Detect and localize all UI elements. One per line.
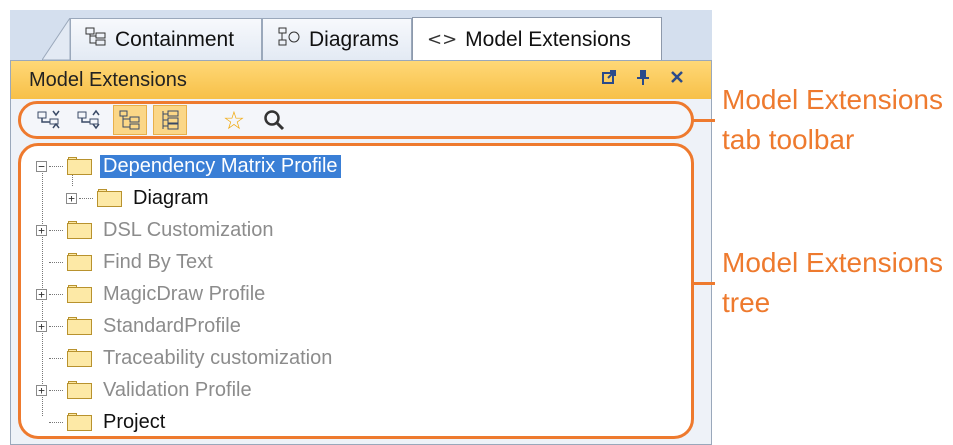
tree-connector: [79, 197, 93, 199]
tree-item-validation-profile[interactable]: + Validation Profile: [36, 375, 255, 405]
tab-strip: Containment Diagrams <> Model Extensions: [10, 10, 712, 61]
tree-item-label: MagicDraw Profile: [103, 282, 266, 305]
tree-item-standardprofile[interactable]: + StandardProfile: [36, 311, 244, 341]
tree-item-magicdraw-profile[interactable]: + MagicDraw Profile: [36, 279, 268, 309]
tree-connector: [49, 357, 63, 359]
callout-toolbar: Model Extensions tab toolbar: [722, 80, 943, 160]
tree-item-label: Traceability customization: [103, 346, 333, 369]
tree-item-label: StandardProfile: [103, 314, 241, 337]
folder-icon: [67, 349, 92, 367]
containment-icon: [85, 27, 107, 52]
expand-all-icon[interactable]: [33, 105, 67, 135]
tree-item-label: DSL Customization: [103, 218, 274, 241]
show-tree-icon[interactable]: [113, 105, 147, 135]
callout-text: Model Extensions: [722, 247, 944, 278]
tree-connector: [49, 293, 63, 295]
code-brackets-icon: <>: [427, 29, 458, 50]
panel-title: Model Extensions: [29, 68, 187, 91]
tab-edge-shape: [42, 18, 70, 60]
panel-header-icons: [601, 69, 685, 85]
expand-toggle-icon[interactable]: +: [36, 224, 47, 236]
folder-icon: [67, 157, 92, 175]
folder-icon: [67, 317, 92, 335]
tab-diagrams[interactable]: Diagrams: [262, 18, 412, 60]
expand-toggle-icon[interactable]: +: [66, 192, 77, 204]
tree-item-label: Find By Text: [103, 250, 213, 273]
tree-item-find-by-text[interactable]: Find By Text: [36, 247, 216, 277]
tree-connector: [49, 325, 63, 327]
model-extensions-panel: Model Extensions ☆ − Dependency Matrix P…: [10, 60, 712, 445]
pin-icon[interactable]: [635, 69, 651, 85]
model-extensions-toolbar: ☆: [18, 101, 694, 139]
tree-item-diagram[interactable]: + Diagram: [66, 183, 212, 213]
tree-item-traceability-customization[interactable]: Traceability customization: [36, 343, 335, 373]
tree-connector: [49, 421, 63, 423]
float-icon[interactable]: [601, 69, 617, 85]
tree-connector: [49, 165, 63, 167]
tree-item-project[interactable]: Project: [36, 407, 168, 436]
tree-connector: [49, 229, 63, 231]
tab-label: Diagrams: [309, 27, 399, 51]
folder-icon: [67, 413, 92, 431]
folder-icon: [67, 381, 92, 399]
tab-label: Model Extensions: [465, 27, 631, 51]
collapse-all-icon[interactable]: [73, 105, 107, 135]
callout-text: tree: [722, 287, 771, 318]
tree-connector: [49, 261, 63, 263]
tree-connector: [49, 389, 63, 391]
callout-text: tab toolbar: [722, 124, 855, 155]
tree-item-dependency-matrix-profile[interactable]: − Dependency Matrix Profile: [36, 151, 341, 181]
folder-icon: [67, 221, 92, 239]
tab-containment[interactable]: Containment: [70, 18, 262, 60]
diagrams-icon: [277, 27, 301, 52]
expand-toggle-icon[interactable]: +: [36, 320, 47, 332]
tree-item-label: Project: [103, 410, 166, 433]
model-extensions-tree: − Dependency Matrix Profile + Diagram + …: [18, 143, 694, 439]
panel-header: Model Extensions: [11, 61, 711, 99]
collapse-toggle-icon[interactable]: −: [36, 160, 47, 172]
show-list-icon[interactable]: [153, 105, 187, 135]
tree-item-dsl-customization[interactable]: + DSL Customization: [36, 215, 276, 245]
favorites-star-icon[interactable]: ☆: [217, 105, 251, 135]
tab-label: Containment: [115, 27, 235, 51]
folder-icon: [97, 189, 122, 207]
folder-icon: [67, 285, 92, 303]
tab-model-extensions[interactable]: <> Model Extensions: [412, 17, 662, 61]
callout-text: Model Extensions: [722, 84, 944, 115]
tree-item-label: Dependency Matrix Profile: [100, 154, 341, 178]
expand-toggle-icon[interactable]: +: [36, 384, 47, 396]
tree-item-label: Diagram: [133, 186, 209, 209]
search-icon[interactable]: [257, 105, 291, 135]
callout-connector-toolbar: [693, 119, 715, 122]
callout-tree: Model Extensions tree: [722, 243, 943, 323]
close-icon[interactable]: [669, 69, 685, 85]
folder-icon: [67, 253, 92, 271]
callout-connector-tree: [693, 282, 715, 285]
tree-item-label: Validation Profile: [103, 378, 252, 401]
expand-toggle-icon[interactable]: +: [36, 288, 47, 300]
